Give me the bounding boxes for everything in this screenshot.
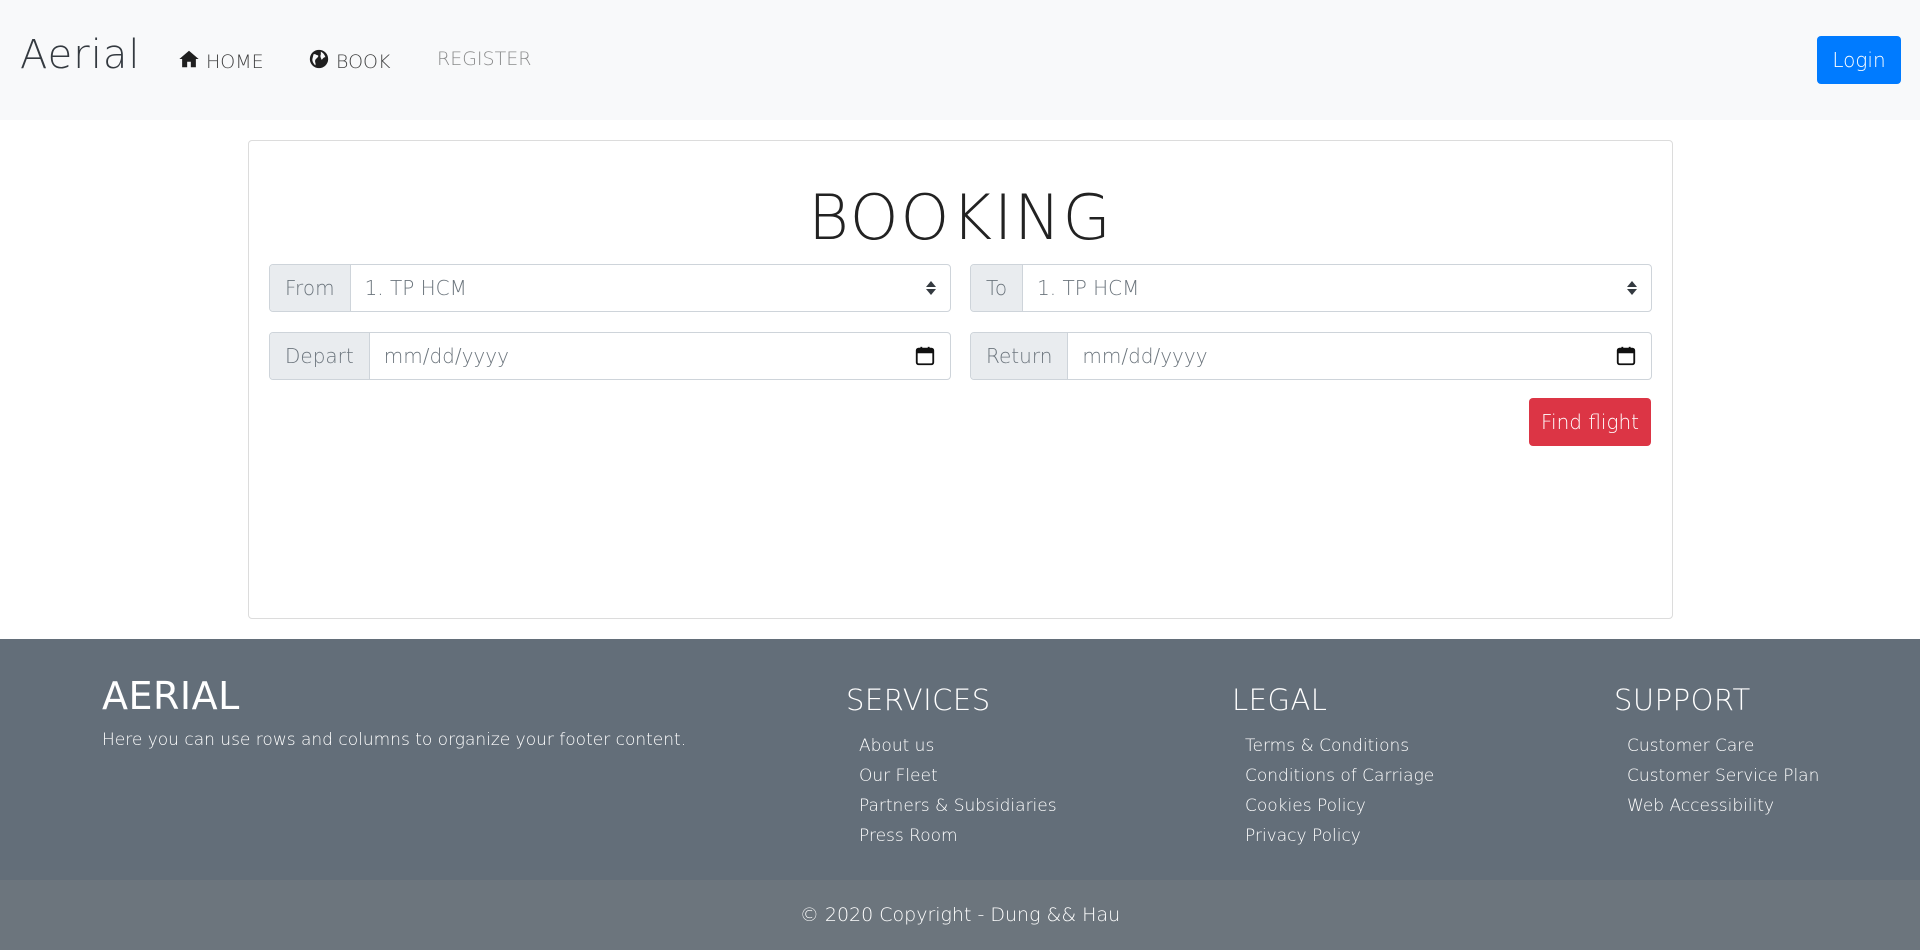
- nav-home-label: HOME: [206, 50, 264, 73]
- from-input-group: From 1. TP HCM: [269, 264, 951, 312]
- nav-register-label: REGISTER: [437, 48, 532, 70]
- footer-link-about-us[interactable]: About us: [859, 731, 1057, 761]
- footer-heading-support: SUPPORT: [1614, 683, 1751, 717]
- footer-legal-column: LEGAL Terms & Conditions Conditions of C…: [1232, 683, 1434, 851]
- depart-input-group: Depart mm/dd/yyyy: [269, 332, 951, 380]
- calendar-icon[interactable]: [914, 345, 936, 367]
- return-date-placeholder: mm/dd/yyyy: [1082, 344, 1208, 368]
- footer-brand: AERIAL: [102, 674, 240, 718]
- nav-book[interactable]: BOOK: [308, 48, 390, 75]
- globe-icon: [308, 48, 330, 75]
- navbar: Aerial HOME BOOK REGISTER Login: [0, 0, 1920, 120]
- footer-heading-legal: LEGAL: [1232, 683, 1328, 717]
- nav-home[interactable]: HOME: [178, 48, 264, 75]
- footer-link-service-plan[interactable]: Customer Service Plan: [1627, 761, 1819, 791]
- depart-date-placeholder: mm/dd/yyyy: [383, 344, 509, 368]
- login-button[interactable]: Login: [1817, 36, 1901, 84]
- select-arrows-icon: [926, 281, 936, 295]
- footer-services-column: SERVICES About us Our Fleet Partners & S…: [846, 683, 1057, 851]
- depart-label: Depart: [270, 333, 370, 379]
- find-flight-button[interactable]: Find flight: [1529, 398, 1651, 446]
- footer-link-cookies[interactable]: Cookies Policy: [1245, 791, 1434, 821]
- footer-description: Here you can use rows and columns to org…: [102, 730, 687, 750]
- nav-register[interactable]: REGISTER: [437, 48, 531, 70]
- footer-heading-services: SERVICES: [846, 683, 991, 717]
- footer-link-our-fleet[interactable]: Our Fleet: [859, 761, 1057, 791]
- from-select[interactable]: 1. TP HCM: [351, 265, 950, 311]
- booking-card: BOOKING From 1. TP HCM To 1. TP HCM Depa…: [248, 140, 1673, 619]
- footer-link-accessibility[interactable]: Web Accessibility: [1627, 791, 1819, 821]
- footer-link-partners[interactable]: Partners & Subsidiaries: [859, 791, 1057, 821]
- to-select-value: 1. TP HCM: [1037, 276, 1140, 300]
- depart-date-input[interactable]: mm/dd/yyyy: [370, 333, 950, 379]
- nav-book-label: BOOK: [336, 50, 391, 73]
- return-input-group: Return mm/dd/yyyy: [970, 332, 1652, 380]
- footer-support-column: SUPPORT Customer Care Customer Service P…: [1614, 683, 1819, 821]
- copyright-text: © 2020 Copyright - Dung && Hau: [799, 904, 1121, 926]
- copyright-bar: © 2020 Copyright - Dung && Hau: [0, 880, 1920, 950]
- footer: AERIAL Here you can use rows and columns…: [0, 639, 1920, 880]
- footer-link-carriage[interactable]: Conditions of Carriage: [1245, 761, 1434, 791]
- to-label: To: [971, 265, 1024, 311]
- brand-logo[interactable]: Aerial: [20, 32, 140, 78]
- to-input-group: To 1. TP HCM: [970, 264, 1652, 312]
- return-date-input[interactable]: mm/dd/yyyy: [1068, 333, 1651, 379]
- select-arrows-icon: [1627, 281, 1637, 295]
- from-label: From: [270, 265, 351, 311]
- footer-link-privacy[interactable]: Privacy Policy: [1245, 821, 1434, 851]
- to-select[interactable]: 1. TP HCM: [1023, 265, 1651, 311]
- from-select-value: 1. TP HCM: [364, 276, 467, 300]
- footer-link-customer-care[interactable]: Customer Care: [1627, 731, 1819, 761]
- footer-link-terms[interactable]: Terms & Conditions: [1245, 731, 1434, 761]
- footer-link-press-room[interactable]: Press Room: [859, 821, 1057, 851]
- calendar-icon[interactable]: [1615, 345, 1637, 367]
- home-icon: [178, 48, 200, 75]
- return-label: Return: [971, 333, 1069, 379]
- page-title: BOOKING: [808, 181, 1113, 254]
